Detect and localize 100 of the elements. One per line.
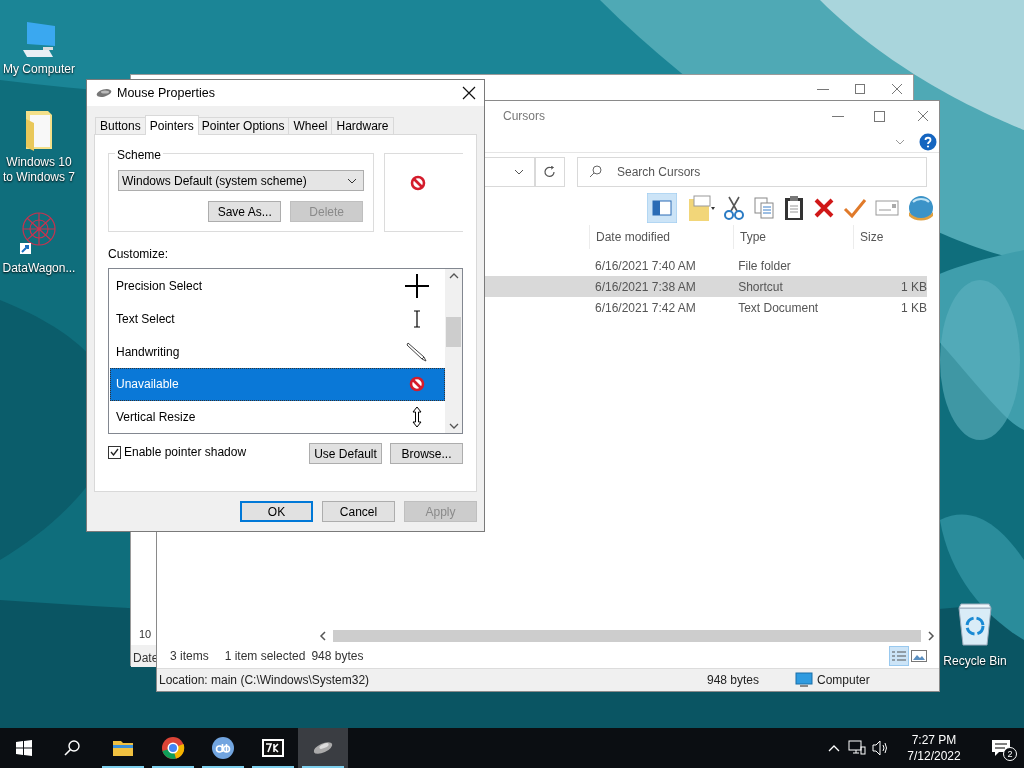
table-cell-text: 6/16/2021 7:42 AM	[595, 299, 697, 317]
status-text: 1 item selected	[224, 648, 306, 665]
dialog-button[interactable]: Cancel	[322, 501, 395, 523]
refresh-button[interactable]	[535, 157, 565, 187]
tab[interactable]: Pointer Options	[196, 117, 290, 136]
chevron-left-icon	[319, 631, 327, 641]
pointer-label: Vertical Resize	[116, 408, 197, 426]
tab[interactable]: Pointers	[144, 115, 199, 136]
pen-icon	[406, 340, 428, 363]
pointer-row[interactable]: Text Select	[110, 302, 445, 336]
refresh-icon	[544, 166, 556, 178]
table-cell-text: 1 KB	[900, 278, 927, 296]
clock-date[interactable]: 7/12/2022	[907, 748, 961, 764]
table-cell-text: Shortcut	[738, 278, 784, 296]
table-cell-text: 6/16/2021 7:40 AM	[595, 257, 697, 275]
pointer-label: Precision Select	[116, 278, 204, 296]
notification-count: 2	[1003, 747, 1017, 761]
recycle-bin-icon	[956, 602, 994, 646]
window-title: Cursors	[503, 108, 546, 125]
maximize-icon	[855, 84, 865, 94]
copy-icon	[753, 196, 775, 220]
desktop-icon-label[interactable]: Windows 10 to Windows 7	[0, 155, 78, 185]
chevron-up-icon	[448, 273, 459, 280]
desktop-icon-label[interactable]: My Computer	[0, 62, 78, 77]
vertical-resize-icon	[412, 405, 422, 428]
table-cell-text: 10	[139, 627, 152, 642]
close-icon	[891, 83, 903, 95]
customize-label: Customize:	[108, 246, 170, 264]
status-text: 3 items	[170, 648, 209, 665]
tab[interactable]: Hardware	[331, 117, 394, 136]
scrollbar-thumb[interactable]	[446, 317, 461, 348]
chevron-right-icon	[927, 631, 935, 641]
pointer-row[interactable]: Handwriting	[110, 335, 445, 368]
pointer-label: Text Select	[116, 311, 176, 329]
pointer-row[interactable]: Precision Select	[110, 270, 445, 303]
chrome-icon	[161, 736, 185, 760]
monitor-icon	[795, 672, 813, 688]
qbittorrent-icon	[211, 736, 235, 760]
scissors-icon	[723, 195, 745, 221]
pointer-row[interactable]: Vertical Resize	[110, 400, 445, 434]
delete-icon	[813, 197, 835, 219]
table-cell-text: 1 KB	[900, 299, 927, 317]
table-cell-text: Text Document	[738, 299, 820, 317]
globe-icon	[907, 194, 935, 222]
archive-icon	[261, 736, 285, 760]
chevron-down-icon	[895, 138, 905, 145]
scrollbar-thumb[interactable]	[333, 630, 921, 642]
checkbox-label[interactable]: Enable pointer shadow	[124, 443, 247, 462]
scheme-dropdown[interactable]: Windows Default (system scheme)	[118, 170, 365, 192]
search-icon	[589, 165, 602, 178]
close-icon	[462, 86, 476, 101]
status-text: 948 bytes	[707, 672, 761, 689]
unavailable-icon	[409, 376, 425, 393]
speaker-icon	[872, 740, 890, 756]
envelope-icon	[875, 199, 899, 217]
desktop-icon-label[interactable]: Recycle Bin	[943, 652, 1007, 670]
image-view-icon	[911, 650, 927, 662]
pointer-label: Unavailable	[116, 376, 180, 394]
pointer-button[interactable]: Browse...	[390, 443, 463, 465]
search-field[interactable]: Search Cursors	[577, 157, 927, 187]
list-icon	[892, 650, 906, 662]
tab[interactable]: Buttons	[95, 117, 146, 136]
column-header[interactable]: Type	[733, 225, 853, 249]
network-icon	[848, 740, 866, 756]
pointer-row[interactable]: Unavailable	[110, 367, 445, 401]
pointer-button[interactable]: Use Default	[309, 443, 382, 465]
clock-time[interactable]: 7:27 PM	[911, 732, 957, 748]
desktop-icon-label[interactable]: DataWagon...	[0, 261, 78, 276]
window-title: Mouse Properties	[117, 84, 216, 102]
crosshair-icon	[405, 274, 429, 299]
location-text: Location: main (C:\Windows\System32)	[159, 672, 371, 689]
taskbar-app[interactable]	[298, 728, 348, 768]
table-cell-text: File folder	[738, 257, 792, 275]
maximize-icon	[874, 110, 885, 122]
chevron-down-icon	[514, 169, 524, 175]
pointer-label: Handwriting	[116, 343, 181, 361]
scheme-button[interactable]: Save As...	[208, 201, 282, 223]
text-cursor-icon	[413, 310, 421, 329]
unavailable-icon	[410, 174, 427, 191]
clipboard-icon	[783, 195, 805, 221]
windows-logo-icon	[16, 740, 32, 756]
chevron-down-icon	[347, 177, 358, 184]
dropdown-value: Windows Default (system scheme)	[122, 172, 308, 190]
notifications-button[interactable]: 2	[978, 728, 1024, 768]
help-icon	[919, 132, 937, 151]
chevron-up-icon	[828, 744, 840, 752]
search-icon	[64, 740, 80, 756]
dialog-button[interactable]: OK	[240, 501, 313, 523]
status-text: Computer	[817, 672, 871, 689]
checkmark-icon	[843, 197, 867, 219]
table-cell-text: 6/16/2021 7:38 AM	[595, 278, 697, 296]
mouse-icon	[96, 88, 112, 99]
column-header[interactable]: Size	[853, 225, 933, 249]
status-text: 948 bytes	[311, 648, 365, 665]
chevron-down-icon	[448, 423, 459, 430]
checkmark-icon	[110, 448, 119, 457]
column-header[interactable]: Date modified	[589, 225, 733, 249]
pane-icon	[647, 193, 677, 223]
checkbox[interactable]	[108, 445, 121, 459]
close-icon	[917, 110, 929, 122]
